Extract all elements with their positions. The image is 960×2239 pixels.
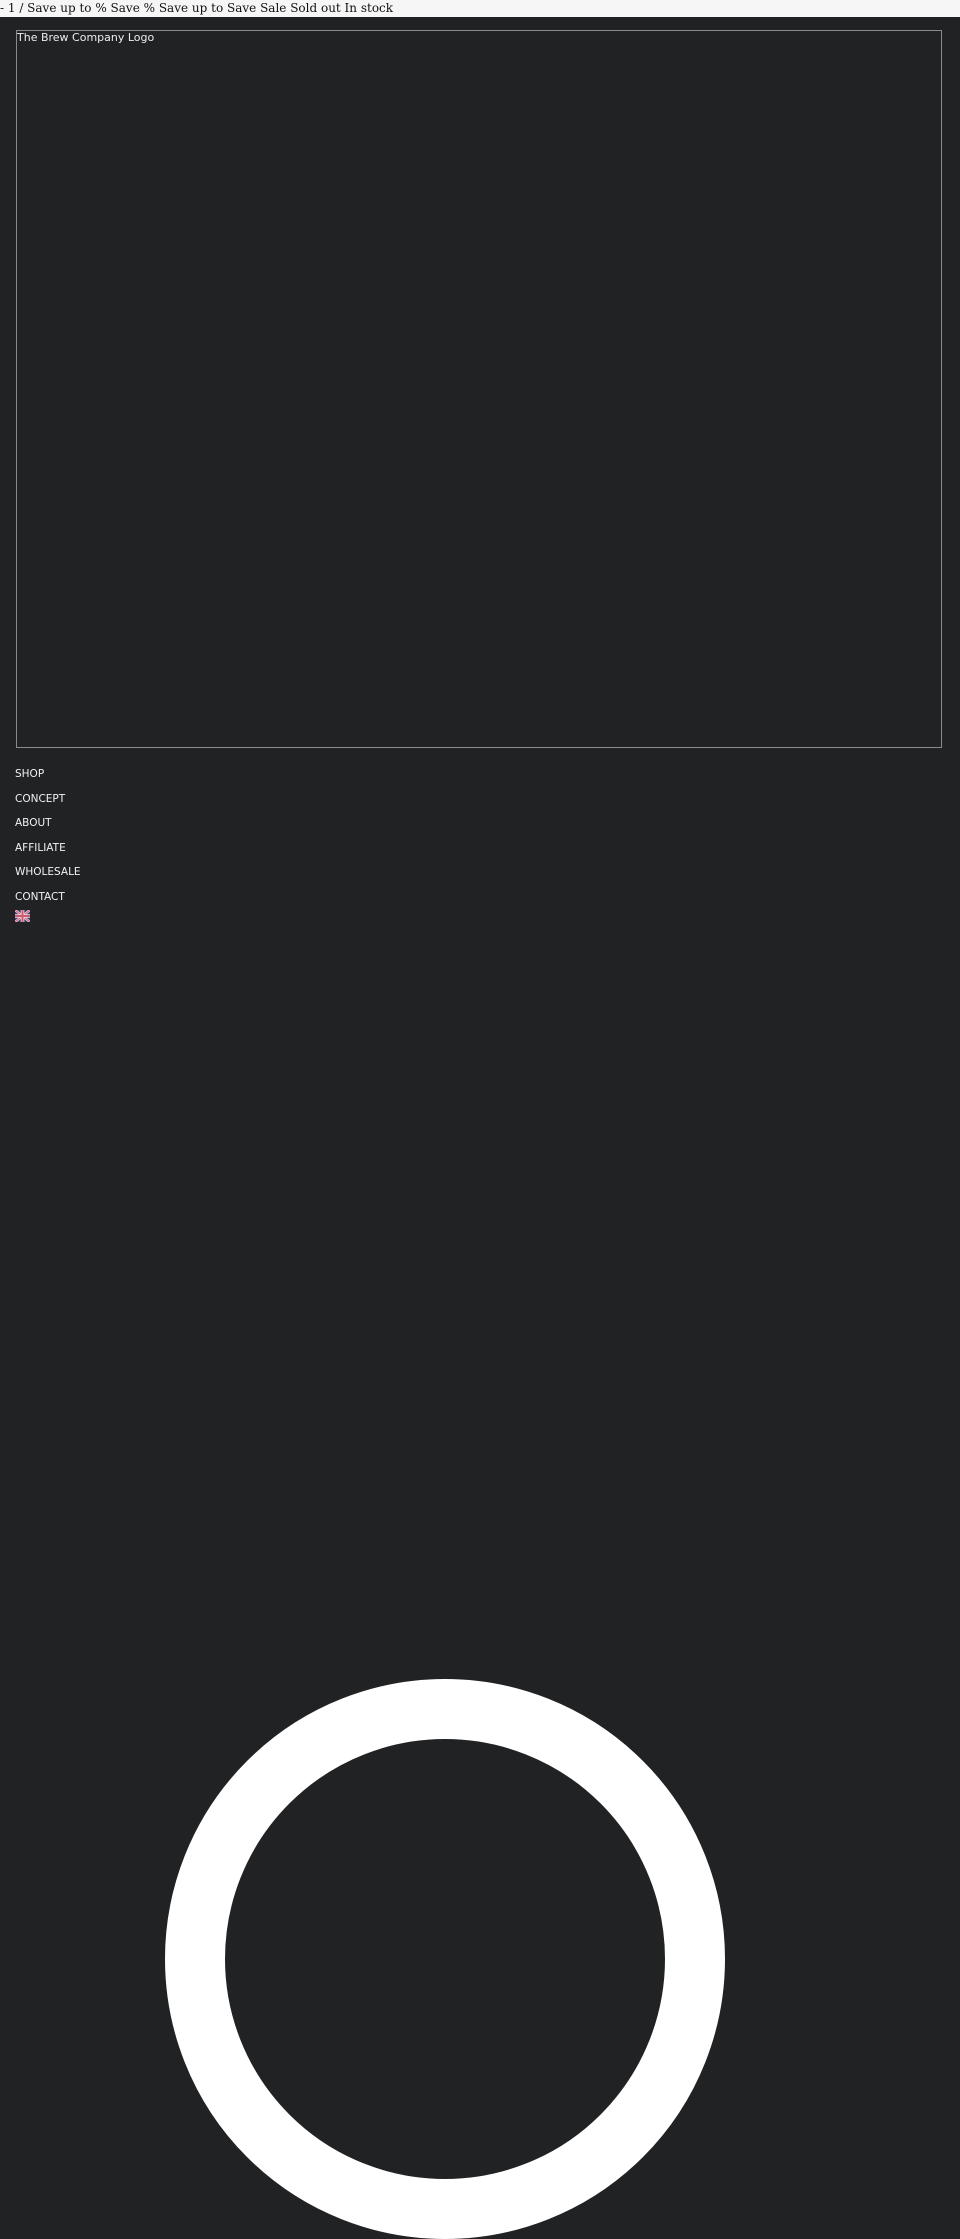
- announcement-text: - 1 / Save up to % Save % Save up to Sav…: [0, 1, 394, 15]
- logo-image[interactable]: The Brew Company Logo: [16, 30, 942, 748]
- nav-item-wholesale[interactable]: WHOLESALE: [15, 864, 81, 889]
- nav-item-concept[interactable]: CONCEPT: [15, 791, 81, 816]
- nav-item-about[interactable]: ABOUT: [15, 815, 81, 840]
- main-nav: SHOP CONCEPT ABOUT AFFILIATE WHOLESALE C…: [15, 766, 81, 914]
- loading-spinner-icon: [165, 1679, 725, 2239]
- logo-alt-text: The Brew Company Logo: [17, 31, 155, 44]
- uk-flag-icon[interactable]: [15, 910, 30, 922]
- announcement-bar: - 1 / Save up to % Save % Save up to Sav…: [0, 0, 960, 17]
- nav-item-shop[interactable]: SHOP: [15, 766, 81, 791]
- nav-item-affiliate[interactable]: AFFILIATE: [15, 840, 81, 865]
